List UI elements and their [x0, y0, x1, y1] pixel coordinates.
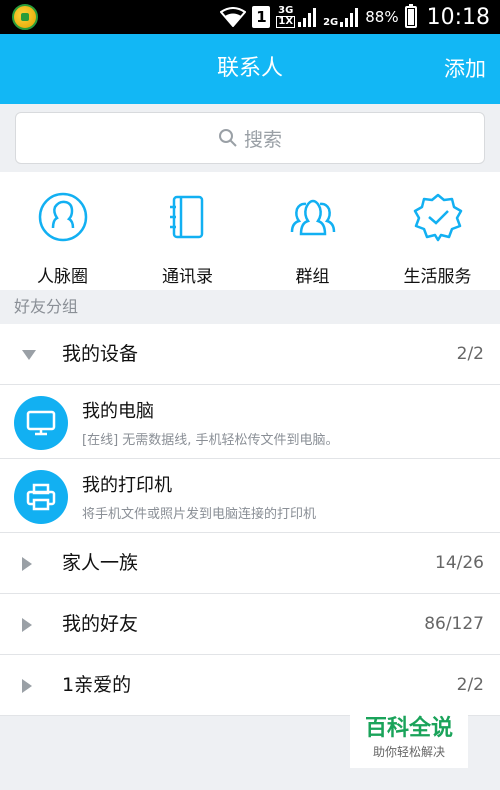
- friend-groups-header: 好友分组: [0, 290, 500, 324]
- group-count: 14/26: [435, 553, 484, 573]
- network-2g-label: 2G: [323, 17, 339, 28]
- quick-entry-group[interactable]: 群组: [250, 172, 375, 290]
- device-row-printer[interactable]: 我的打印机 将手机文件或照片发到电脑连接的打印机: [0, 459, 500, 533]
- group-name: 我的好友: [62, 613, 139, 635]
- battery-percent: 88%: [365, 8, 399, 26]
- quick-entry-address-book[interactable]: 通讯录: [125, 172, 250, 290]
- search-placeholder: 搜索: [243, 128, 282, 151]
- search-input[interactable]: 搜索: [15, 112, 485, 164]
- status-bar: 1 3G 1X 2G 88% 10:18: [0, 0, 500, 34]
- group-name: 1亲爱的: [62, 674, 132, 696]
- signal-bars-2-icon: [340, 8, 359, 27]
- group-row-my-devices[interactable]: 我的设备 2/2: [0, 324, 500, 385]
- network-3g-label: 3G: [278, 5, 294, 16]
- clock: 10:18: [426, 4, 490, 30]
- sim-slot-badge: 1: [252, 6, 271, 28]
- network-1x-label: 1X: [276, 16, 296, 28]
- life-service-icon: [413, 193, 462, 242]
- watermark-logo: 百科全说 助你轻松解决: [350, 712, 468, 768]
- expanded-arrow-icon: [22, 350, 36, 360]
- wifi-icon: [220, 7, 247, 27]
- signal-bars-icon: [298, 8, 317, 27]
- quick-entry-label: 人脉圈: [37, 267, 88, 287]
- group-name: 我的设备: [62, 343, 139, 365]
- quick-entry-life-service[interactable]: 生活服务: [375, 172, 500, 290]
- app-notification-icon: [12, 4, 38, 30]
- top-bar: 联系人 添加: [0, 34, 500, 104]
- watermark-subtitle: 助你轻松解决: [372, 745, 445, 759]
- device-description: 将手机文件或照片发到电脑连接的打印机: [82, 507, 317, 522]
- address-book-icon: [169, 195, 203, 239]
- group-count: 2/2: [456, 675, 484, 695]
- quick-entry-people-circle[interactable]: 人脉圈: [0, 172, 125, 290]
- quick-entry-label: 通讯录: [162, 267, 213, 287]
- collapsed-arrow-icon: [22, 618, 32, 632]
- group-row-dear[interactable]: 1亲爱的 2/2: [0, 655, 500, 716]
- device-name: 我的电脑: [82, 401, 154, 422]
- quick-entries: 人脉圈 通讯录 群组 生活服务: [0, 172, 500, 290]
- search-area: 搜索: [0, 104, 500, 172]
- device-name: 我的打印机: [82, 475, 172, 496]
- device-avatar: [14, 470, 68, 524]
- network-2g: 2G: [323, 6, 359, 28]
- watermark-title: 百科全说: [364, 716, 453, 741]
- battery-icon: [404, 4, 417, 28]
- group-count: 86/127: [424, 614, 484, 634]
- search-icon: [218, 129, 237, 147]
- collapsed-arrow-icon: [22, 557, 32, 571]
- battery-fill: [407, 9, 414, 25]
- group-name: 家人一族: [62, 552, 139, 574]
- group-count: 2/2: [456, 344, 484, 364]
- network-3g-1x: 3G 1X: [276, 6, 317, 28]
- device-description: [在线] 无需数据线, 手机轻松传文件到电脑。: [82, 433, 339, 448]
- people-circle-icon: [38, 192, 87, 242]
- page-title: 联系人: [216, 56, 283, 81]
- status-icons: 1 3G 1X 2G 88% 10:18: [220, 0, 490, 34]
- group-list: 我的设备 2/2 我的电脑 [在线] 无需数据线, 手机轻松传文件到电脑。 我的…: [0, 324, 500, 716]
- device-row-computer[interactable]: 我的电脑 [在线] 无需数据线, 手机轻松传文件到电脑。: [0, 385, 500, 459]
- group-row-friends[interactable]: 我的好友 86/127: [0, 594, 500, 655]
- computer-icon: [26, 410, 56, 436]
- collapsed-arrow-icon: [22, 679, 32, 693]
- device-avatar: [14, 396, 68, 450]
- add-button[interactable]: 添加: [444, 34, 486, 104]
- group-row-family[interactable]: 家人一族 14/26: [0, 533, 500, 594]
- quick-entry-label: 生活服务: [403, 267, 472, 287]
- printer-icon: [26, 483, 56, 511]
- group-icon: [290, 199, 335, 236]
- quick-entry-label: 群组: [295, 267, 330, 287]
